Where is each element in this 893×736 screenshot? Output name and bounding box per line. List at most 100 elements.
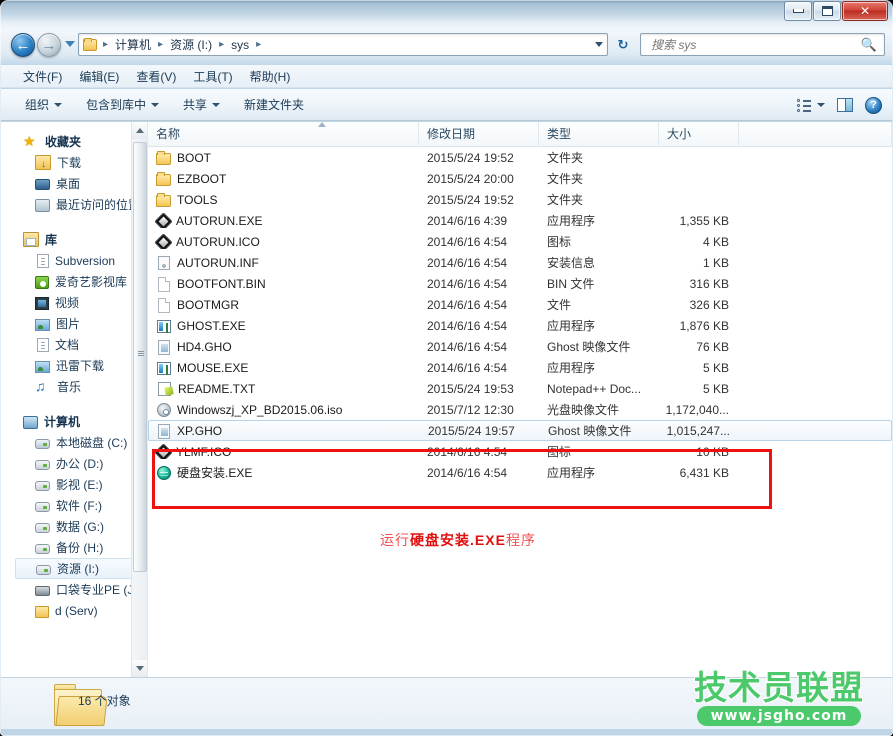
menu-tools[interactable]: 工具(T) <box>193 68 232 85</box>
sidebar-item-drive-c[interactable]: 本地磁盘 (C:) <box>1 432 147 453</box>
table-row[interactable]: GHOST.EXE2014/6/16 4:54应用程序1,876 KB <box>148 315 892 336</box>
address-breadcrumb-bar[interactable]: ▸ 计算机 ▸ 资源 (I:) ▸ sys ▸ <box>78 33 608 56</box>
sidebar-item-label: 备份 (H:) <box>56 539 103 556</box>
table-row[interactable]: BOOTMGR2014/6/16 4:54文件326 KB <box>148 294 892 315</box>
table-row[interactable]: HD4.GHO2014/6/16 4:54Ghost 映像文件76 KB <box>148 336 892 357</box>
sidebar-item-videos[interactable]: 视频 <box>1 292 147 313</box>
nav-root-favorites[interactable]: ★ 收藏夹 <box>1 131 147 152</box>
table-row[interactable]: AUTORUN.INF2014/6/16 4:54安装信息1 KB <box>148 252 892 273</box>
ghost-image-icon <box>158 340 170 355</box>
table-row[interactable]: XP.GHO2015/5/24 19:57Ghost 映像文件1,015,247… <box>148 420 892 441</box>
table-row[interactable]: Windowszj_XP_BD2015.06.iso2015/7/12 12:3… <box>148 399 892 420</box>
search-input[interactable] <box>649 35 861 54</box>
sidebar-item-drive-f[interactable]: 软件 (F:) <box>1 495 147 516</box>
sidebar-item-drive-h[interactable]: 备份 (H:) <box>1 537 147 558</box>
file-name-label: README.TXT <box>178 382 255 396</box>
scrollbar-thumb[interactable] <box>133 142 147 572</box>
new-folder-button[interactable]: 新建文件夹 <box>244 96 304 113</box>
sidebar-item-drive-g[interactable]: 数据 (G:) <box>1 516 147 537</box>
menu-view[interactable]: 查看(V) <box>136 68 176 85</box>
sidebar-item-label: 图片 <box>56 315 80 332</box>
breadcrumb-drive[interactable]: 资源 (I:) <box>167 36 215 53</box>
nav-root-computer[interactable]: 计算机 <box>1 411 147 432</box>
view-chevron-down-icon[interactable] <box>817 103 825 107</box>
column-header-date[interactable]: 修改日期 <box>419 122 539 147</box>
change-view-icon[interactable] <box>797 99 811 112</box>
navigation-pane-scrollbar[interactable] <box>131 122 147 677</box>
sidebar-item-pictures[interactable]: 图片 <box>1 313 147 334</box>
search-box[interactable]: 🔍 <box>640 33 885 56</box>
menu-file[interactable]: 文件(F) <box>23 68 62 85</box>
navigation-pane: ★ 收藏夹 下载 桌面 最近访问的位置 <box>1 122 148 677</box>
window-controls: ✕ <box>784 1 888 21</box>
table-row[interactable]: BOOT2015/5/24 19:52文件夹 <box>148 147 892 168</box>
column-header-name[interactable]: 名称 <box>148 122 419 147</box>
recent-pages-chevron-icon[interactable] <box>65 41 75 47</box>
menu-edit[interactable]: 编辑(E) <box>79 68 119 85</box>
back-button[interactable]: ← <box>11 33 35 57</box>
sidebar-item-recent-places[interactable]: 最近访问的位置 <box>1 194 147 215</box>
cell-name: YLMF.ICO <box>148 444 419 459</box>
include-in-library-button[interactable]: 包含到库中 <box>86 96 159 113</box>
sidebar-item-label: Subversion <box>55 254 115 268</box>
cell-modified-date: 2014/6/16 4:54 <box>419 445 539 459</box>
sidebar-item-music[interactable]: ♫ 音乐 <box>1 376 147 397</box>
maximize-icon <box>822 6 833 16</box>
file-name-label: BOOTMGR <box>177 298 239 312</box>
address-dropdown-chevron-icon[interactable] <box>595 42 603 47</box>
file-name-label: Windowszj_XP_BD2015.06.iso <box>177 403 342 417</box>
iqiyi-icon <box>35 276 49 289</box>
refresh-button[interactable]: ↻ <box>613 35 633 54</box>
sidebar-item-drive-j[interactable]: 口袋专业PE (J:) <box>1 579 147 600</box>
preview-pane-icon[interactable] <box>837 98 853 112</box>
table-row[interactable]: AUTORUN.ICO2014/6/16 4:54图标4 KB <box>148 231 892 252</box>
video-icon <box>35 297 49 310</box>
column-header-size[interactable]: 大小 <box>659 122 739 147</box>
breadcrumb-sys[interactable]: sys <box>228 38 252 52</box>
menu-help[interactable]: 帮助(H) <box>250 68 291 85</box>
sidebar-item-network-d[interactable]: d (Serv) <box>1 600 147 621</box>
sidebar-item-drive-d[interactable]: 办公 (D:) <box>1 453 147 474</box>
forward-button[interactable]: → <box>37 33 61 57</box>
table-row[interactable]: YLMF.ICO2014/6/16 4:54图标10 KB <box>148 441 892 462</box>
help-icon[interactable]: ? <box>865 97 882 114</box>
blank-file-icon <box>158 277 170 292</box>
table-row[interactable]: BOOTFONT.BIN2014/6/16 4:54BIN 文件316 KB <box>148 273 892 294</box>
nav-root-libraries[interactable]: 库 <box>1 229 147 250</box>
diamond-app-icon <box>154 444 172 459</box>
sidebar-item-iqiyi[interactable]: 爱奇艺影视库 <box>1 271 147 292</box>
cell-size: 5 KB <box>659 382 739 396</box>
nav-root-favorites-label: 收藏夹 <box>45 133 81 150</box>
sidebar-item-drive-i[interactable]: 资源 (I:) <box>15 558 143 579</box>
share-button[interactable]: 共享 <box>183 96 220 113</box>
cell-modified-date: 2014/6/16 4:54 <box>419 361 539 375</box>
table-row[interactable]: AUTORUN.EXE2014/6/16 4:39应用程序1,355 KB <box>148 210 892 231</box>
column-header-type[interactable]: 类型 <box>539 122 659 147</box>
table-row[interactable]: MOUSE.EXE2014/6/16 4:54应用程序5 KB <box>148 357 892 378</box>
file-name-label: HD4.GHO <box>177 340 232 354</box>
sidebar-item-subversion[interactable]: Subversion <box>1 250 147 271</box>
diamond-app-icon <box>154 234 172 249</box>
sidebar-item-drive-e[interactable]: 影视 (E:) <box>1 474 147 495</box>
table-row[interactable]: TOOLS2015/5/24 19:52文件夹 <box>148 189 892 210</box>
maximize-button[interactable] <box>813 1 841 21</box>
share-label: 共享 <box>183 96 207 113</box>
chevron-down-icon <box>151 103 159 107</box>
forward-arrow-icon: → <box>42 37 57 54</box>
notepad-plus-icon <box>158 382 171 396</box>
annotation-prefix: 运行 <box>380 532 410 548</box>
sidebar-item-desktop[interactable]: 桌面 <box>1 173 147 194</box>
breadcrumb-computer[interactable]: 计算机 <box>112 36 154 53</box>
table-row[interactable]: README.TXT2015/5/24 19:53Notepad++ Doc..… <box>148 378 892 399</box>
scroll-up-button[interactable] <box>132 122 148 139</box>
cell-modified-date: 2015/5/24 19:52 <box>419 193 539 207</box>
sidebar-item-thunder-download[interactable]: 迅雷下载 <box>1 355 147 376</box>
scroll-down-button[interactable] <box>132 660 148 677</box>
close-button[interactable]: ✕ <box>842 1 888 21</box>
organize-button[interactable]: 组织 <box>25 96 62 113</box>
table-row[interactable]: EZBOOT2015/5/24 20:00文件夹 <box>148 168 892 189</box>
table-row[interactable]: 硬盘安装.EXE2014/6/16 4:54应用程序6,431 KB <box>148 462 892 483</box>
sidebar-item-downloads[interactable]: 下载 <box>1 152 147 173</box>
sidebar-item-documents[interactable]: 文档 <box>1 334 147 355</box>
minimize-button[interactable] <box>784 1 812 21</box>
